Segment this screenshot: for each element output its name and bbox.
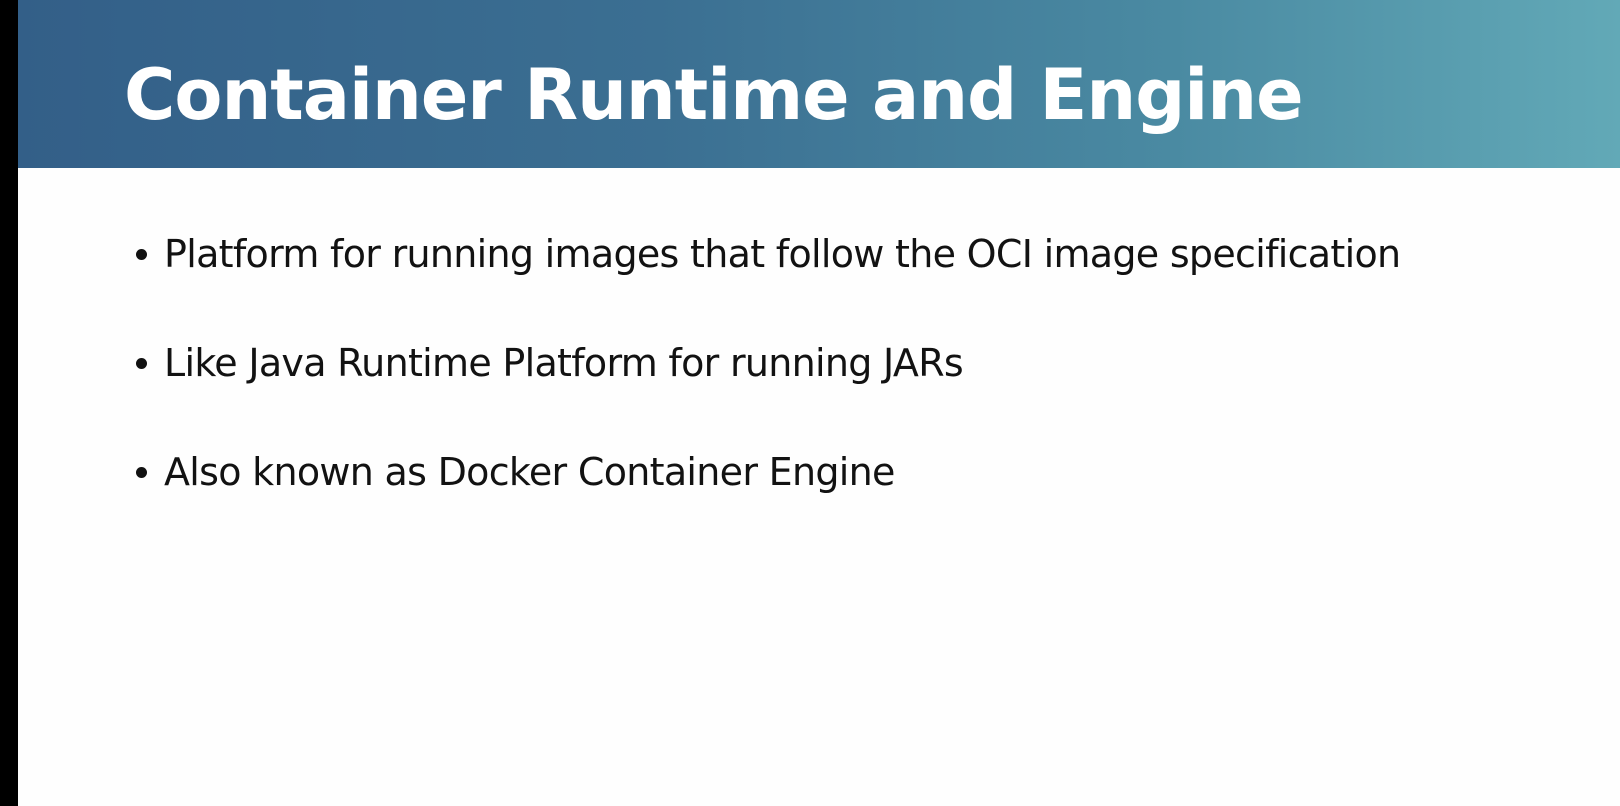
bullet-list: Platform for running images that follow … [136, 226, 1401, 553]
bullet-icon [136, 357, 147, 369]
bullet-item: Platform for running images that follow … [136, 226, 1401, 282]
slide-title: Container Runtime and Engine [124, 54, 1304, 136]
bullet-text: Also known as Docker Container Engine [164, 450, 895, 494]
slide: Container Runtime and Engine Platform fo… [18, 0, 1620, 806]
bullet-item: Like Java Runtime Platform for running J… [136, 335, 1400, 391]
bullet-text: Like Java Runtime Platform for running J… [164, 341, 964, 385]
title-banner: Container Runtime and Engine [18, 0, 1620, 168]
presentation-screen: Container Runtime and Engine Platform fo… [0, 0, 1620, 806]
bullet-item: Also known as Docker Container Engine [136, 444, 1400, 500]
bullet-icon [136, 466, 147, 478]
bullet-text: Platform for running images that follow … [164, 232, 1401, 276]
bullet-icon [136, 248, 147, 260]
